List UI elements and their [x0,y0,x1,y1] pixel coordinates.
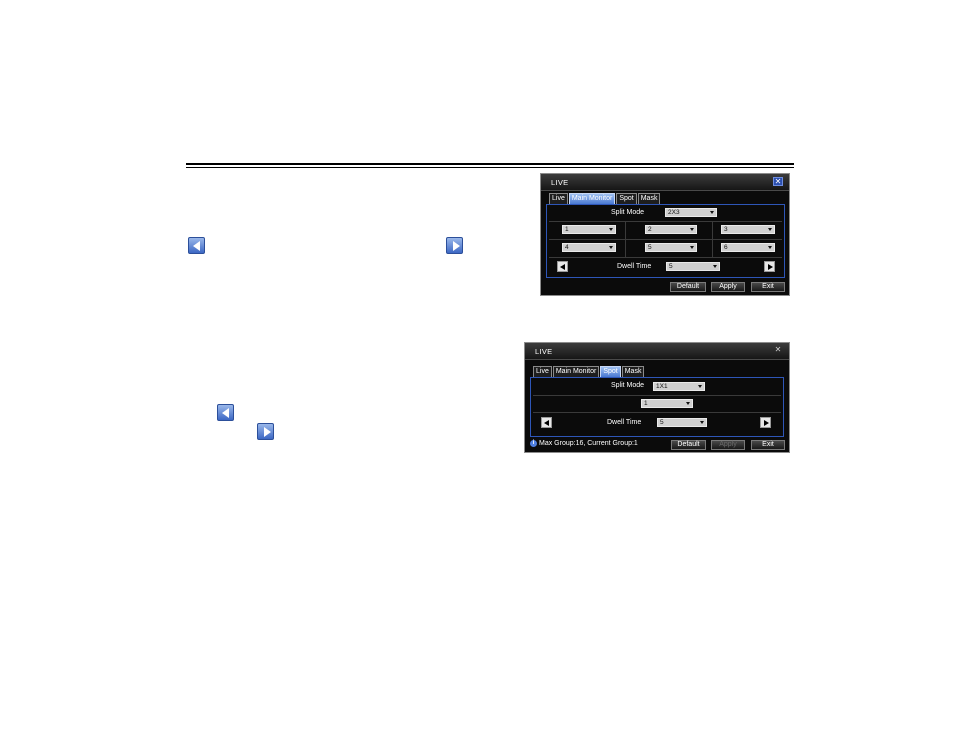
title-bar: LIVE ✕ [525,343,789,360]
chevron-down-icon [609,228,613,231]
tab-live[interactable]: Live [533,366,552,377]
group-info-text: Max Group:16, Current Group:1 [539,440,638,447]
arrow-right-icon [257,423,274,440]
channel-value: 1 [644,400,648,407]
channel-value: 6 [724,244,728,251]
channel-select-1[interactable]: 1 [562,225,616,234]
arrow-right-icon [446,237,463,254]
tab-mask[interactable]: Mask [637,193,661,204]
dwell-time-label: Dwell Time [607,419,642,426]
close-icon[interactable]: ✕ [773,177,783,186]
channel-value: 5 [648,244,652,251]
title-bar: LIVE ✕ [541,174,789,191]
prev-group-button[interactable] [541,417,552,428]
split-mode-select[interactable]: 1X1 [653,382,705,391]
chevron-down-icon [686,402,690,405]
channel-value: 2 [648,226,652,233]
apply-button[interactable]: Apply [711,282,745,292]
channel-select-5[interactable]: 5 [645,243,697,252]
grid-line [533,395,781,396]
tab-live[interactable]: Live [549,193,568,204]
header-rule [186,163,794,165]
settings-panel: Split Mode 2X3 1 2 3 4 5 6 Dwell Time 5 [546,204,785,278]
chevron-down-icon [690,246,694,249]
close-icon[interactable]: ✕ [773,346,783,355]
info-icon: i [530,440,537,447]
chevron-down-icon [698,385,702,388]
default-button[interactable]: Default [671,440,706,450]
next-group-button[interactable] [760,417,771,428]
channel-value: 3 [724,226,728,233]
tab-bar: Live Main Monitor Spot Mask [549,193,661,204]
exit-button[interactable]: Exit [751,282,785,292]
chevron-down-icon [768,228,772,231]
grid-line [549,221,782,222]
next-group-button[interactable] [764,261,775,272]
settings-panel: Split Mode 1X1 1 Dwell Time 5 [530,377,784,437]
dwell-time-value: 5 [669,263,673,270]
split-mode-label: Split Mode [611,209,645,216]
channel-value: 4 [565,244,569,251]
channel-value: 1 [565,226,569,233]
header-rule-thin [186,167,794,168]
grid-line [625,221,626,257]
tab-bar: Live Main Monitor Spot Mask [533,366,645,377]
chevron-down-icon [609,246,613,249]
channel-select-3[interactable]: 3 [721,225,775,234]
grid-line [549,239,782,240]
grid-line [549,257,782,258]
arrow-left-icon [188,237,205,254]
split-mode-select[interactable]: 2X3 [665,208,717,217]
split-mode-value: 1X1 [656,383,668,390]
grid-line [533,412,781,413]
split-mode-value: 2X3 [668,209,680,216]
tab-mask[interactable]: Mask [621,366,645,377]
dwell-time-label: Dwell Time [617,263,652,270]
chevron-down-icon [713,265,717,268]
channel-select-1[interactable]: 1 [641,399,693,408]
prev-group-button[interactable] [557,261,568,272]
chevron-down-icon [768,246,772,249]
tab-main-monitor[interactable]: Main Monitor [552,366,600,377]
tab-spot[interactable]: Spot [616,193,637,204]
grid-line [712,221,713,257]
arrow-left-icon [217,404,234,421]
dwell-time-select[interactable]: 5 [666,262,720,271]
default-button[interactable]: Default [670,282,706,292]
channel-select-6[interactable]: 6 [721,243,775,252]
chevron-down-icon [700,421,704,424]
window-title: LIVE [551,178,569,187]
dwell-time-value: 5 [660,419,664,426]
chevron-down-icon [690,228,694,231]
window-title: LIVE [535,347,553,356]
live-window-spot: LIVE ✕ Live Main Monitor Spot Mask Split… [524,342,790,453]
dwell-time-select[interactable]: 5 [657,418,707,427]
chevron-down-icon [710,211,714,214]
live-window-main-monitor: LIVE ✕ Live Main Monitor Spot Mask Split… [540,173,790,296]
tab-main-monitor[interactable]: Main Monitor [568,193,616,204]
exit-button[interactable]: Exit [751,440,785,450]
apply-button: Apply [711,440,745,450]
split-mode-label: Split Mode [611,382,645,389]
tab-spot[interactable]: Spot [600,366,621,377]
channel-select-2[interactable]: 2 [645,225,697,234]
channel-select-4[interactable]: 4 [562,243,616,252]
